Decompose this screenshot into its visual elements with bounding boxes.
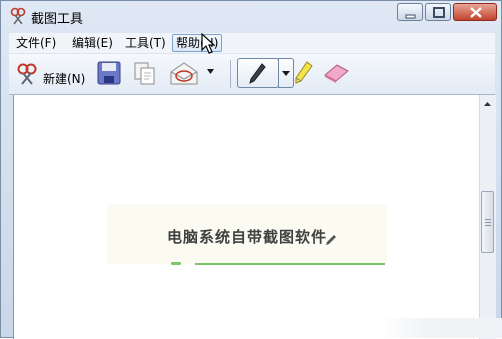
pen-button[interactable]	[237, 58, 279, 88]
menu-file[interactable]: 文件(F)	[13, 35, 59, 51]
scroll-up-arrow-icon[interactable]	[480, 97, 496, 111]
menu-bar: 文件(F) 编辑(E) 工具(T) 帮助(H)	[9, 33, 495, 53]
new-snip-label: 新建(N)	[43, 72, 86, 86]
menu-edit[interactable]: 编辑(E)	[69, 35, 116, 51]
green-accent-dot	[171, 262, 181, 265]
green-accent-line	[195, 263, 385, 265]
close-button[interactable]	[453, 3, 497, 21]
menu-tools[interactable]: 工具(T)	[122, 35, 169, 51]
minimize-icon	[405, 14, 416, 19]
window-title: 截图工具	[31, 12, 84, 27]
grip-line	[485, 225, 491, 226]
send-email-icon[interactable]	[169, 60, 199, 86]
vertical-scrollbar[interactable]	[479, 95, 496, 339]
close-icon	[470, 7, 482, 18]
maximize-icon	[433, 7, 445, 18]
scissors-icon	[17, 63, 37, 85]
grip-line	[485, 219, 491, 220]
mouse-cursor-icon	[201, 33, 216, 54]
maximize-button[interactable]	[425, 3, 451, 21]
copy-icon[interactable]	[133, 61, 157, 85]
captured-caption: 电脑系统自带截图软件	[166, 228, 327, 246]
toolbar: 新建(N)	[9, 54, 495, 95]
highlighter-icon[interactable]	[291, 60, 315, 86]
faded-corner-overlay	[380, 318, 502, 338]
toolbar-separator	[230, 60, 231, 88]
app-window: 截图工具 文件(F) 编辑(E) 工具(T) 帮助(H) 新建(N)	[0, 0, 502, 339]
pen-icon	[249, 63, 266, 84]
snipping-tool-icon	[10, 7, 26, 25]
pencil-icon	[326, 235, 336, 245]
eraser-icon[interactable]	[321, 63, 351, 83]
dropdown-arrow-icon[interactable]	[207, 69, 215, 75]
title-bar[interactable]: 截图工具	[1, 1, 501, 31]
grip-line	[485, 222, 491, 223]
save-icon[interactable]	[97, 61, 121, 85]
minimize-button[interactable]	[397, 3, 423, 21]
captured-image: 电脑系统自带截图软件	[107, 204, 387, 265]
new-snip-button[interactable]: 新建(N)	[9, 58, 95, 88]
scroll-thumb[interactable]	[481, 191, 494, 253]
